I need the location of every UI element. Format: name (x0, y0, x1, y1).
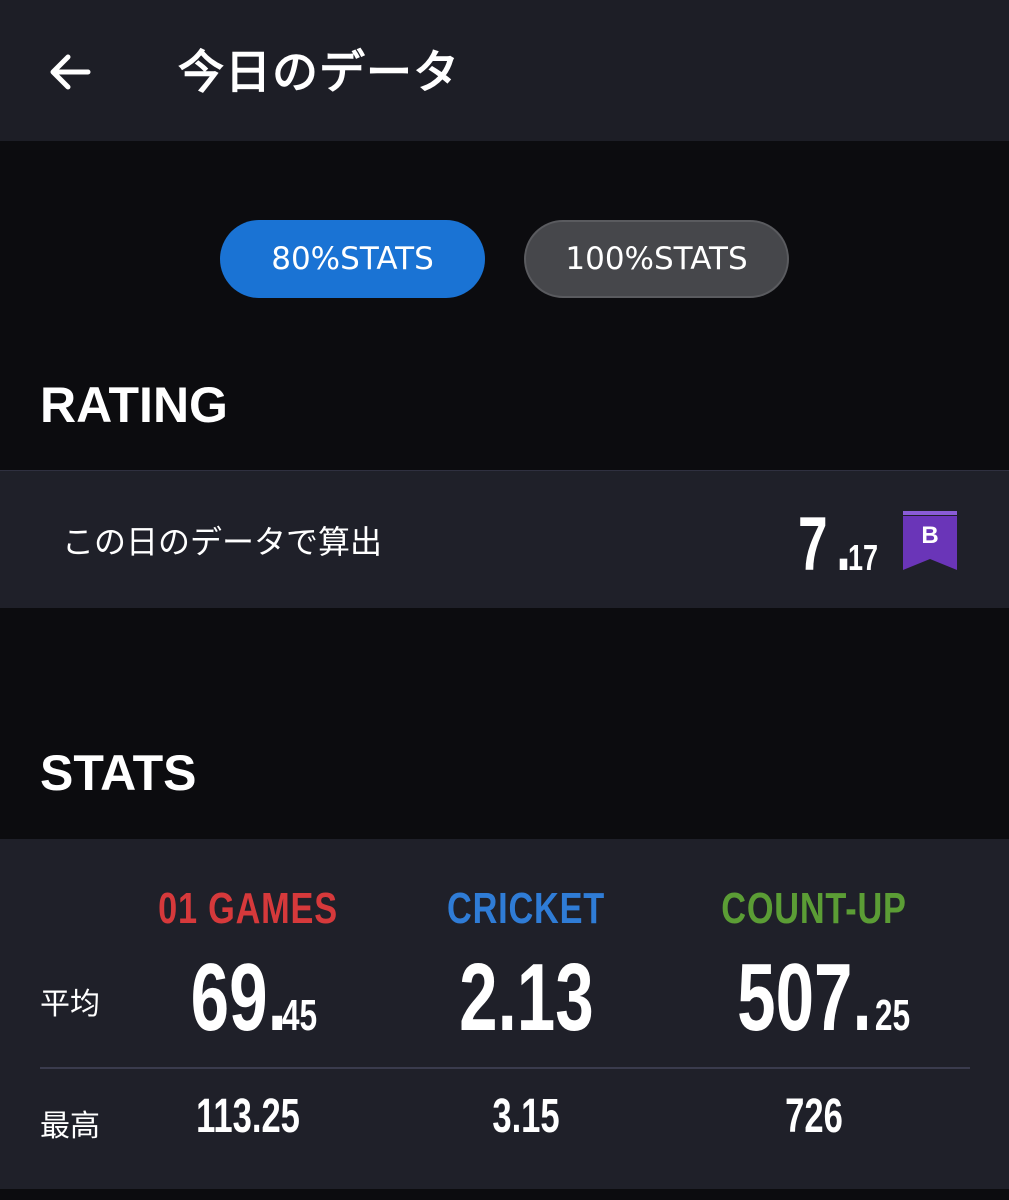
max-01-games: 113.25 (196, 1090, 300, 1143)
rating-value: 7 . 17 (798, 501, 882, 588)
rating-value-integer: 7 (798, 502, 828, 587)
arrow-left-icon (50, 54, 91, 90)
average-count-up-decimal: 25 (874, 991, 911, 1040)
average-cricket-value: 2.13 (458, 944, 594, 1051)
rating-section-title: RATING (40, 377, 228, 433)
stats-panel: 01 GAMES CRICKET COUNT-UP 平均 69.45 2.13 … (0, 839, 1009, 1189)
app-header: 今日のデータ (0, 0, 1009, 141)
max-cricket: 3.15 (492, 1090, 560, 1143)
average-count-up-integer: 507. (737, 944, 872, 1051)
average-cricket: 2.13 (376, 943, 676, 1053)
column-header-01-games: 01 GAMES (158, 884, 338, 933)
tab-100-stats[interactable]: 100%STATS (524, 220, 789, 298)
bottom-strip (0, 1189, 1009, 1200)
average-01-games-decimal: 45 (282, 991, 318, 1040)
rank-letter: B (921, 522, 938, 549)
max-count-up: 726 (785, 1090, 843, 1143)
column-header-cricket: CRICKET (447, 884, 605, 933)
average-label: 平均 (40, 987, 100, 1022)
average-01-games-integer: 69. (190, 944, 287, 1051)
average-01-games: 69.45 (98, 943, 398, 1053)
rating-value-decimal: 17 (848, 537, 879, 578)
average-count-up: 507.25 (664, 943, 964, 1053)
stats-divider (40, 1067, 970, 1069)
rating-row: この日のデータで算出 7 . 17 B (0, 470, 1009, 608)
column-header-count-up: COUNT-UP (721, 884, 907, 933)
max-label: 最高 (40, 1109, 100, 1144)
tab-80-stats[interactable]: 80%STATS (220, 220, 485, 298)
back-button[interactable] (38, 40, 102, 104)
rank-badge-icon: B (903, 511, 957, 570)
rating-label: この日のデータで算出 (62, 523, 383, 561)
page-title: 今日のデータ (178, 45, 460, 99)
rating-value-dot: . (836, 502, 851, 587)
stats-section-title: STATS (40, 745, 197, 801)
